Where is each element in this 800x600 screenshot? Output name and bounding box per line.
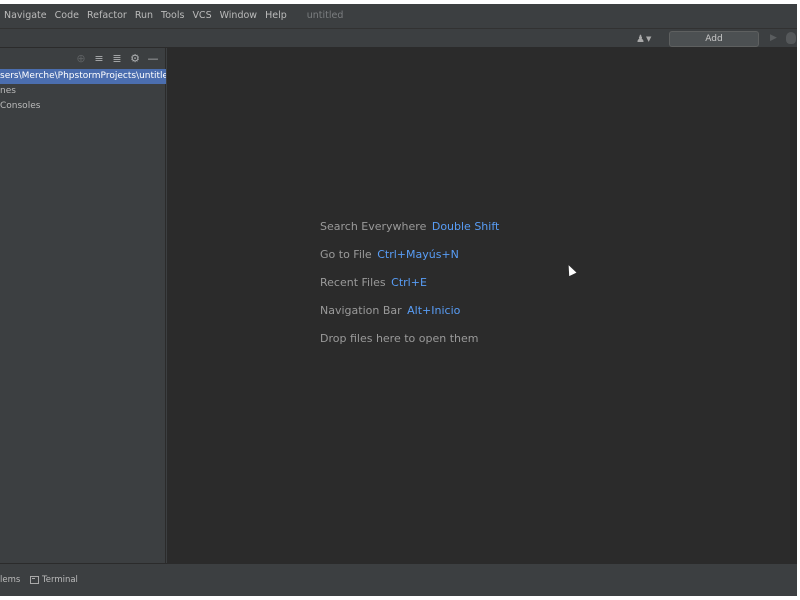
hint-shortcut: Double Shift — [431, 220, 500, 233]
menu-help[interactable]: Help — [261, 4, 291, 28]
tab-problems-label: lems — [0, 575, 21, 585]
hint-label: Go to File — [320, 248, 372, 261]
tree-item-external-libraries[interactable]: nes — [0, 84, 166, 99]
gear-icon[interactable]: ⚙ — [126, 49, 144, 67]
hint-shortcut: Ctrl+Mayús+N — [377, 248, 459, 261]
user-icon: ♟ — [636, 33, 645, 45]
minimize-icon[interactable]: — — [144, 49, 162, 67]
user-menu-button[interactable]: ♟ ▼ — [636, 32, 658, 46]
tab-terminal[interactable]: Terminal — [30, 573, 78, 587]
chevron-down-icon: ▼ — [645, 35, 652, 43]
collapse-all-icon[interactable]: ≣ — [108, 49, 126, 67]
hint-go-to-file: Go to File Ctrl+Mayús+N — [320, 241, 499, 269]
menu-window[interactable]: Window — [216, 4, 261, 28]
project-tree: sers\Merche\PhpstormProjects\untitled ne… — [0, 69, 166, 114]
menu-code[interactable]: Code — [51, 4, 83, 28]
hint-label: Recent Files — [320, 276, 386, 289]
hint-shortcut: Ctrl+E — [391, 276, 427, 289]
terminal-icon — [30, 576, 39, 584]
navigation-toolbar: ♟▼ Add Configuration... ▶ — [0, 28, 797, 58]
menu-vcs[interactable]: VCS — [188, 4, 215, 28]
project-title: untitled — [306, 10, 344, 21]
menu-tools[interactable]: Tools — [157, 4, 188, 28]
target-icon[interactable]: ⊕ — [72, 49, 90, 67]
hint-label: Navigation Bar — [320, 304, 402, 317]
menu-navigate[interactable]: Navigate — [0, 4, 51, 28]
hint-navigation-bar: Navigation Bar Alt+Inicio — [320, 297, 499, 325]
hint-drop-files: Drop files here to open them — [320, 325, 499, 353]
tool-window-strip: lems Terminal — [0, 563, 797, 596]
hint-search-everywhere: Search Everywhere Double Shift — [320, 213, 499, 241]
hint-shortcut: Alt+Inicio — [407, 304, 461, 317]
hint-recent-files: Recent Files Ctrl+E — [320, 269, 499, 297]
tab-problems[interactable]: lems — [0, 573, 20, 587]
expand-all-icon[interactable]: ≡ — [90, 49, 108, 67]
tree-item-project-root[interactable]: sers\Merche\PhpstormProjects\untitled — [0, 69, 166, 84]
ide-window: Navigate Code Refactor Run Tools VCS Win… — [0, 4, 797, 596]
add-configuration-button[interactable]: Add Configuration... — [669, 31, 759, 58]
editor-empty-area[interactable]: Search Everywhere Double Shift Go to Fil… — [167, 48, 797, 563]
tab-terminal-label: Terminal — [42, 575, 78, 585]
project-tool-window: ⊕ ≡ ≣ ⚙ — sers\Merche\PhpstormProjects\u… — [0, 48, 166, 563]
menu-bar: Navigate Code Refactor Run Tools VCS Win… — [0, 4, 797, 28]
play-icon[interactable]: ▶ — [770, 33, 777, 43]
hint-label: Drop files here to open them — [320, 332, 479, 345]
menu-refactor[interactable]: Refactor — [83, 4, 131, 28]
hint-label: Search Everywhere — [320, 220, 427, 233]
editor-hints: Search Everywhere Double Shift Go to Fil… — [320, 213, 499, 353]
tree-item-scratches-consoles[interactable]: Consoles — [0, 99, 166, 114]
menu-run[interactable]: Run — [131, 4, 157, 28]
project-panel-header: ⊕ ≡ ≣ ⚙ — — [0, 48, 166, 68]
bug-icon[interactable] — [786, 32, 796, 44]
